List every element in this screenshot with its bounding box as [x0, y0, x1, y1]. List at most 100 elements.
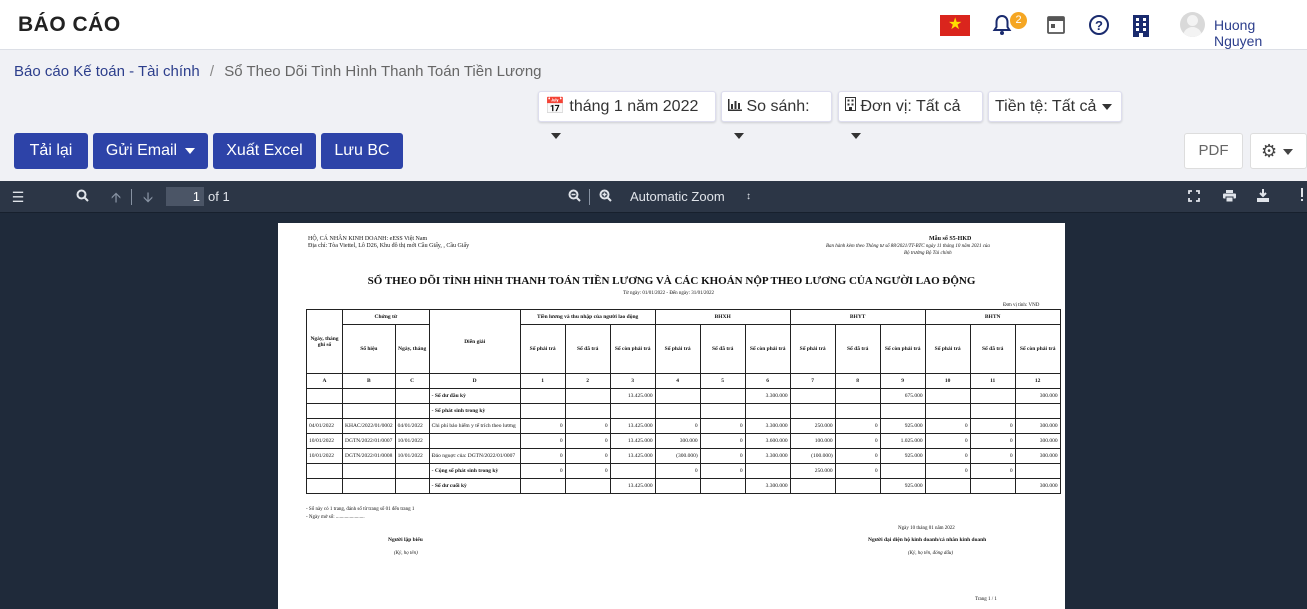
table-cell: 300.000: [1014, 478, 1061, 494]
chevron-down-icon: [1283, 149, 1294, 156]
table-cell: 0: [519, 463, 566, 479]
column-code: 9: [879, 373, 926, 389]
building-icon: [845, 97, 860, 115]
table-cell: (100.000): [789, 448, 836, 464]
table-cell: [342, 388, 396, 404]
export-excel-button[interactable]: Xuất Excel: [213, 133, 316, 169]
table-cell: [519, 478, 566, 494]
toolbar-divider: [131, 189, 132, 205]
calendar-icon[interactable]: [1045, 14, 1067, 36]
table-cell: [394, 463, 430, 479]
zoom-in-icon[interactable]: [597, 188, 613, 206]
period-filter[interactable]: 📅 tháng 1 năm 2022: [538, 91, 716, 139]
table-cell: [744, 403, 791, 419]
sidebar-toggle-icon[interactable]: ☰: [10, 188, 26, 206]
table-cell: [342, 463, 396, 479]
column-code-row: A B C D 1 2 3 4 5 6 7 8 9 10 11 12: [306, 373, 1061, 389]
table-cell: 0: [834, 418, 881, 434]
column-code: 2: [564, 373, 611, 389]
table-cell: 0: [924, 418, 971, 434]
page-count: of 1: [208, 189, 230, 204]
column-code: D: [428, 373, 521, 389]
column-code: 3: [609, 373, 656, 389]
report-title: SỔ THEO DÕI TÌNH HÌNH THANH TOÁN TIỀN LƯ…: [367, 275, 976, 287]
more-tools-icon[interactable]: [1298, 188, 1306, 206]
breadcrumb-parent-link[interactable]: Báo cáo Kế toán - Tài chính: [14, 63, 200, 80]
table-cell: 13.425.000: [609, 388, 656, 404]
table-cell: 300.000: [1014, 448, 1061, 464]
column-code: 4: [654, 373, 701, 389]
svg-text:?: ?: [1095, 18, 1103, 33]
user-name[interactable]: Huong Nguyen: [1214, 17, 1307, 49]
breadcrumb-separator: /: [209, 63, 215, 80]
representative-signature-note: (Ký, họ tên, đóng dấu): [908, 551, 953, 556]
table-cell: [699, 388, 746, 404]
currency-filter[interactable]: Tiền tệ: Tất cả: [988, 91, 1122, 122]
table-cell: 0: [924, 448, 971, 464]
table-cell: [834, 478, 881, 494]
report-note: - Sổ này có 1 trang, đánh số từ trang số…: [306, 507, 415, 512]
table-cell: 925.000: [879, 448, 926, 464]
header-voucher-date: Ngày, tháng: [394, 324, 430, 374]
table-cell: 3.300.000: [744, 388, 791, 404]
table-cell: 0: [564, 433, 611, 449]
table-cell: [342, 403, 396, 419]
building-icon[interactable]: [1130, 14, 1152, 37]
pdf-button[interactable]: PDF: [1184, 133, 1243, 169]
send-email-button[interactable]: Gửi Email: [93, 133, 208, 169]
table-cell: 675.000: [879, 388, 926, 404]
header-remaining: Số còn phải trả: [609, 324, 656, 374]
compare-filter[interactable]: So sánh:: [721, 91, 832, 139]
header-description: Diễn giải: [428, 309, 521, 374]
user-avatar-icon[interactable]: [1180, 12, 1205, 37]
unit-filter[interactable]: Đơn vị: Tất cả: [838, 91, 983, 139]
table-cell: [969, 478, 1016, 494]
pdf-viewer: ☰ 🡩 🡫 1 of 1 Automatic Zoom ↕ HỘ, CÁ NHÂ…: [0, 181, 1307, 609]
help-icon[interactable]: ?: [1088, 14, 1110, 36]
chevron-down-icon: [1102, 103, 1113, 110]
table-cell: 10/01/2022: [394, 433, 430, 449]
table-cell: 0: [699, 418, 746, 434]
report-table-body: - Số dư đầu kỳ 13.425.000 3.300.000 675.000…: [306, 388, 1061, 494]
zoom-select[interactable]: Automatic Zoom ↕: [624, 187, 764, 207]
table-cell: 13.425.000: [609, 433, 656, 449]
table-row: - Số phát sinh trong kỳ: [306, 403, 1061, 419]
header-bhxh: BHXH: [654, 309, 791, 325]
vietnam-flag-icon[interactable]: ★: [940, 15, 970, 36]
calendar-icon: 📅: [545, 98, 565, 115]
table-cell: [306, 478, 343, 494]
table-cell: 04/01/2022: [306, 418, 343, 434]
zoom-out-icon[interactable]: [566, 188, 582, 206]
arrow-down-icon[interactable]: 🡫: [140, 188, 156, 206]
updown-icon: ↕: [746, 191, 751, 202]
table-cell: DGTN/2022/01/0008: [342, 448, 396, 464]
report-page: HỘ, CÁ NHÂN KINH DOANH: eESS Việt Nam Đị…: [278, 223, 1065, 609]
page-title: BÁO CÁO: [18, 13, 121, 36]
page-number-input[interactable]: 1: [166, 187, 204, 206]
report-date-range: Từ ngày: 01/01/2022 - Đến ngày: 31/01/20…: [623, 291, 715, 296]
column-code: 11: [969, 373, 1016, 389]
column-code: 10: [924, 373, 971, 389]
table-cell: 3.600.000: [744, 433, 791, 449]
table-row: - Số dư đầu kỳ 13.425.000 3.300.000 675.000…: [306, 388, 1061, 404]
table-cell: [306, 403, 343, 419]
fullscreen-icon[interactable]: [1186, 188, 1202, 206]
table-cell: 0: [969, 463, 1016, 479]
table-cell: 3.300.000: [744, 478, 791, 494]
search-icon[interactable]: [74, 188, 90, 206]
table-cell: 300.000: [1014, 418, 1061, 434]
gear-icon: ⚙: [1261, 141, 1278, 161]
print-icon[interactable]: [1221, 188, 1237, 206]
table-cell: [609, 403, 656, 419]
save-report-button[interactable]: Lưu BC: [321, 133, 403, 169]
row-description-cell: Chi phí bảo hiểm y tế trích theo lương: [428, 418, 521, 434]
settings-button[interactable]: ⚙: [1250, 133, 1307, 169]
reload-button[interactable]: Tải lại: [14, 133, 88, 169]
send-email-label: Gửi Email: [105, 142, 178, 159]
table-cell: [924, 388, 971, 404]
arrow-up-icon[interactable]: 🡩: [108, 188, 124, 206]
column-code: 1: [519, 373, 566, 389]
notification-badge: 2: [1010, 12, 1027, 29]
download-icon[interactable]: [1255, 188, 1271, 206]
pdf-toolbar: ☰ 🡩 🡫 1 of 1 Automatic Zoom ↕: [0, 181, 1307, 213]
